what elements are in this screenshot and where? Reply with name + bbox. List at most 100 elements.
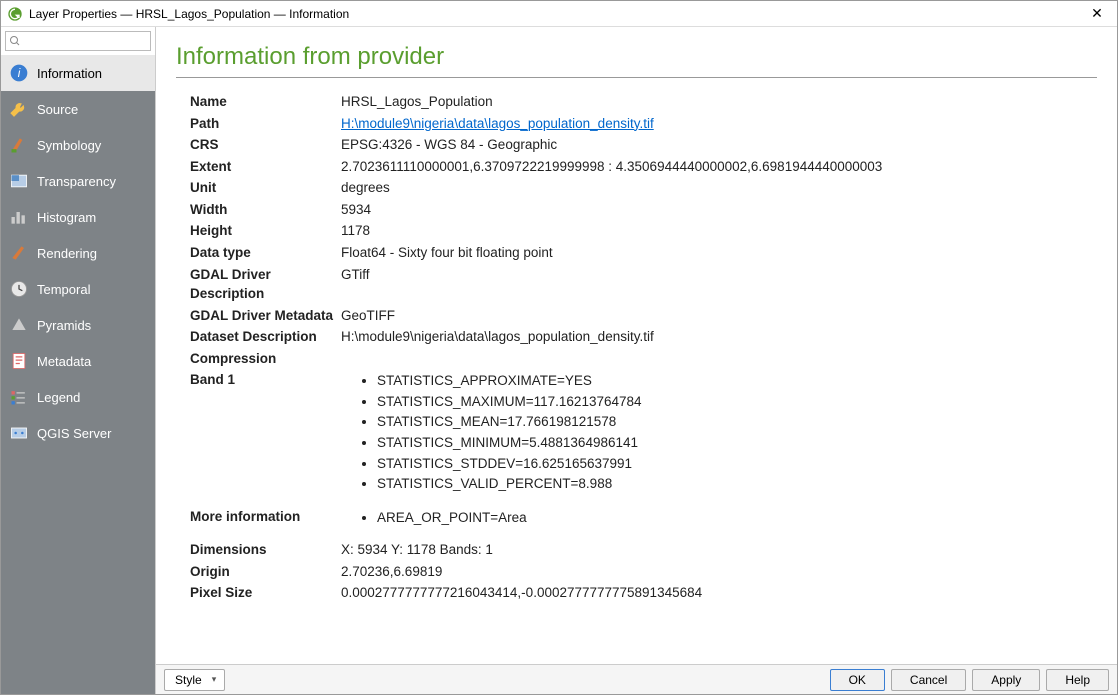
label-path: Path <box>176 114 341 134</box>
sidebar-item-temporal[interactable]: Temporal <box>1 271 155 307</box>
sidebar-item-legend[interactable]: Legend <box>1 379 155 415</box>
info-icon: i <box>9 63 29 83</box>
sidebar-item-symbology[interactable]: Symbology <box>1 127 155 163</box>
row-path: Path H:\module9\nigeria\data\lagos_popul… <box>176 114 1097 134</box>
titlebar: Layer Properties — HRSL_Lagos_Population… <box>1 1 1117 27</box>
row-datatype: Data type Float64 - Sixty four bit float… <box>176 243 1097 263</box>
sidebar-item-label: Information <box>37 66 102 81</box>
svg-text:i: i <box>18 67 21 80</box>
label-height: Height <box>176 221 341 241</box>
cancel-button[interactable]: Cancel <box>891 669 966 691</box>
label-gdal-meta: GDAL Driver Metadata <box>176 306 341 326</box>
search-input[interactable] <box>5 31 151 51</box>
label-origin: Origin <box>176 562 341 582</box>
apply-button[interactable]: Apply <box>972 669 1040 691</box>
value-origin: 2.70236,6.69819 <box>341 562 1097 582</box>
value-extent: 2.7023611110000001,6.3709722219999998 : … <box>341 157 1097 177</box>
row-dataset-desc: Dataset Description H:\module9\nigeria\d… <box>176 327 1097 347</box>
sidebar-item-label: Metadata <box>37 354 91 369</box>
row-crs: CRS EPSG:4326 - WGS 84 - Geographic <box>176 135 1097 155</box>
list-item: AREA_OR_POINT=Area <box>377 508 1097 528</box>
sidebar-item-label: Legend <box>37 390 80 405</box>
value-band1: STATISTICS_APPROXIMATE=YES STATISTICS_MA… <box>341 370 1097 494</box>
value-more-info: AREA_OR_POINT=Area <box>341 507 1097 529</box>
sidebar-item-information[interactable]: i Information <box>1 55 155 91</box>
row-gdal-meta: GDAL Driver Metadata GeoTIFF <box>176 306 1097 326</box>
value-path: H:\module9\nigeria\data\lagos_population… <box>341 114 1097 134</box>
sidebar-item-metadata[interactable]: Metadata <box>1 343 155 379</box>
list-item: STATISTICS_MEAN=17.766198121578 <box>377 412 1097 432</box>
window-title: Layer Properties — HRSL_Lagos_Population… <box>29 7 1083 21</box>
row-height: Height 1178 <box>176 221 1097 241</box>
label-compression: Compression <box>176 349 341 369</box>
value-dimensions: X: 5934 Y: 1178 Bands: 1 <box>341 540 1097 560</box>
server-icon <box>9 423 29 443</box>
value-gdal-desc: GTiff <box>341 265 1097 285</box>
clock-icon <box>9 279 29 299</box>
content-inner: Information from provider Name HRSL_Lago… <box>156 27 1117 664</box>
label-dataset-desc: Dataset Description <box>176 327 341 347</box>
more-info-list: AREA_OR_POINT=Area <box>341 508 1097 528</box>
sidebar-item-histogram[interactable]: Histogram <box>1 199 155 235</box>
row-gdal-desc: GDAL Driver Description GTiff <box>176 265 1097 304</box>
label-extent: Extent <box>176 157 341 177</box>
dialog-body: i Information Source Symbology <box>1 27 1117 694</box>
label-dimensions: Dimensions <box>176 540 341 560</box>
value-dataset-desc: H:\module9\nigeria\data\lagos_population… <box>341 327 1097 347</box>
chevron-down-icon: ▾ <box>212 674 217 685</box>
value-datatype: Float64 - Sixty four bit floating point <box>341 243 1097 263</box>
brush-icon <box>9 135 29 155</box>
label-unit: Unit <box>176 178 341 198</box>
sidebar-nav: i Information Source Symbology <box>1 55 155 694</box>
row-extent: Extent 2.7023611110000001,6.370972221999… <box>176 157 1097 177</box>
list-item: STATISTICS_APPROXIMATE=YES <box>377 371 1097 391</box>
band1-list: STATISTICS_APPROXIMATE=YES STATISTICS_MA… <box>341 371 1097 493</box>
sidebar-item-rendering[interactable]: Rendering <box>1 235 155 271</box>
value-crs: EPSG:4326 - WGS 84 - Geographic <box>341 135 1097 155</box>
sidebar-item-label: Pyramids <box>37 318 91 333</box>
value-height: 1178 <box>341 221 1097 241</box>
list-item: STATISTICS_VALID_PERCENT=8.988 <box>377 474 1097 494</box>
value-name: HRSL_Lagos_Population <box>341 92 1097 112</box>
row-origin: Origin 2.70236,6.69819 <box>176 562 1097 582</box>
style-dropdown[interactable]: Style ▾ <box>164 669 225 691</box>
section-title: Information from provider <box>176 43 1097 71</box>
sidebar-item-label: Symbology <box>37 138 101 153</box>
label-gdal-desc: GDAL Driver Description <box>176 265 341 304</box>
value-gdal-meta: GeoTIFF <box>341 306 1097 326</box>
value-pixel-size: 0.0002777777777216043414,-0.000277777777… <box>341 583 1097 603</box>
label-pixel-size: Pixel Size <box>176 583 341 603</box>
row-pixel-size: Pixel Size 0.0002777777777216043414,-0.0… <box>176 583 1097 603</box>
metadata-icon <box>9 351 29 371</box>
list-item: STATISTICS_MINIMUM=5.4881364986141 <box>377 433 1097 453</box>
rendering-icon <box>9 243 29 263</box>
search-wrap <box>1 27 155 55</box>
sidebar-item-label: QGIS Server <box>37 426 111 441</box>
path-link[interactable]: H:\module9\nigeria\data\lagos_population… <box>341 116 654 131</box>
histogram-icon <box>9 207 29 227</box>
row-dimensions: Dimensions X: 5934 Y: 1178 Bands: 1 <box>176 540 1097 560</box>
row-width: Width 5934 <box>176 200 1097 220</box>
sidebar-item-source[interactable]: Source <box>1 91 155 127</box>
content: Information from provider Name HRSL_Lago… <box>156 27 1117 694</box>
help-button[interactable]: Help <box>1046 669 1109 691</box>
sidebar-item-label: Source <box>37 102 78 117</box>
section-divider <box>176 77 1097 78</box>
ok-button[interactable]: OK <box>830 669 885 691</box>
row-band1: Band 1 STATISTICS_APPROXIMATE=YES STATIS… <box>176 370 1097 494</box>
sidebar-item-qgis-server[interactable]: QGIS Server <box>1 415 155 451</box>
wrench-icon <box>9 99 29 119</box>
pyramids-icon <box>9 315 29 335</box>
layer-properties-dialog: Layer Properties — HRSL_Lagos_Population… <box>0 0 1118 695</box>
bottom-bar: Style ▾ OK Cancel Apply Help <box>156 664 1117 694</box>
sidebar: i Information Source Symbology <box>1 27 156 694</box>
close-button[interactable]: ✕ <box>1083 5 1111 22</box>
legend-icon <box>9 387 29 407</box>
sidebar-item-label: Temporal <box>37 282 90 297</box>
label-width: Width <box>176 200 341 220</box>
label-more-info: More information <box>176 507 341 527</box>
row-more-info: More information AREA_OR_POINT=Area <box>176 507 1097 529</box>
list-item: STATISTICS_MAXIMUM=117.16213764784 <box>377 392 1097 412</box>
sidebar-item-pyramids[interactable]: Pyramids <box>1 307 155 343</box>
sidebar-item-transparency[interactable]: Transparency <box>1 163 155 199</box>
